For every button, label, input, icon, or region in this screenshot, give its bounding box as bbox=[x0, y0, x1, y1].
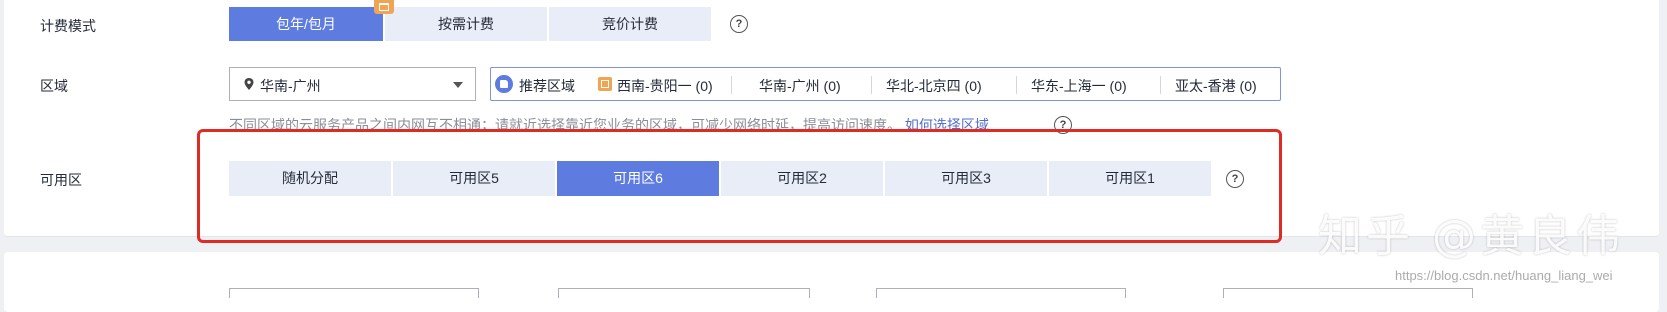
recommended-region-guiyang[interactable]: 西南-贵阳一 (0) bbox=[617, 76, 713, 96]
input-field[interactable] bbox=[876, 288, 1126, 298]
recommended-region-shanghai1[interactable]: 华东-上海一 (0) bbox=[1031, 76, 1127, 96]
location-pin-icon bbox=[244, 78, 254, 90]
input-field[interactable] bbox=[1223, 288, 1473, 298]
separator bbox=[871, 76, 872, 94]
gift-icon bbox=[598, 77, 612, 91]
recommended-regions-bar: 推荐区域 西南-贵阳一 (0) 华南-广州 (0) 华北-北京四 (0) 华东-… bbox=[490, 67, 1281, 101]
region-select-value: 华南-广州 bbox=[260, 78, 321, 94]
billing-mode-label: 计费模式 bbox=[40, 18, 96, 34]
separator bbox=[1016, 76, 1017, 94]
billing-option-yearly-monthly[interactable]: 包年/包月 bbox=[229, 7, 383, 41]
region-tip: 不同区域的云服务产品之间内网互不相通；请就近选择靠近您业务的区域，可减少网络时延… bbox=[229, 115, 989, 129]
recommended-region-hongkong[interactable]: 亚太-香港 (0) bbox=[1175, 76, 1257, 96]
recommended-region-beijing4[interactable]: 华北-北京四 (0) bbox=[886, 76, 982, 96]
separator bbox=[731, 76, 732, 94]
recommended-regions-title: 推荐区域 bbox=[519, 78, 575, 94]
zhihu-watermark: 知乎 @黄良伟 bbox=[1318, 211, 1624, 262]
az-label: 可用区 bbox=[40, 172, 82, 188]
highlight-box bbox=[197, 129, 1282, 243]
billing-help-icon[interactable]: ? bbox=[730, 15, 748, 33]
csdn-watermark: https://blog.csdn.net/huang_liang_wei bbox=[1395, 268, 1613, 283]
how-to-choose-region-link[interactable]: 如何选择区域 bbox=[905, 117, 989, 129]
billing-option-spot[interactable]: 竞价计费 bbox=[549, 7, 711, 41]
input-field[interactable] bbox=[229, 288, 479, 298]
recommended-region-guangzhou[interactable]: 华南-广州 (0) bbox=[759, 76, 841, 96]
chevron-down-icon bbox=[453, 82, 463, 88]
separator bbox=[1160, 76, 1161, 94]
region-select[interactable]: 华南-广州 bbox=[229, 67, 476, 101]
input-field[interactable] bbox=[558, 288, 810, 298]
thumbs-up-icon bbox=[495, 75, 513, 93]
region-label: 区域 bbox=[40, 78, 68, 94]
billing-mode-selector: 包年/包月 按需计费 竞价计费 bbox=[229, 7, 713, 41]
region-tip-text: 不同区域的云服务产品之间内网互不相通；请就近选择靠近您业务的区域，可减少网络时延… bbox=[229, 117, 901, 129]
billing-option-pay-per-use[interactable]: 按需计费 bbox=[385, 7, 547, 41]
gift-icon bbox=[374, 0, 394, 14]
